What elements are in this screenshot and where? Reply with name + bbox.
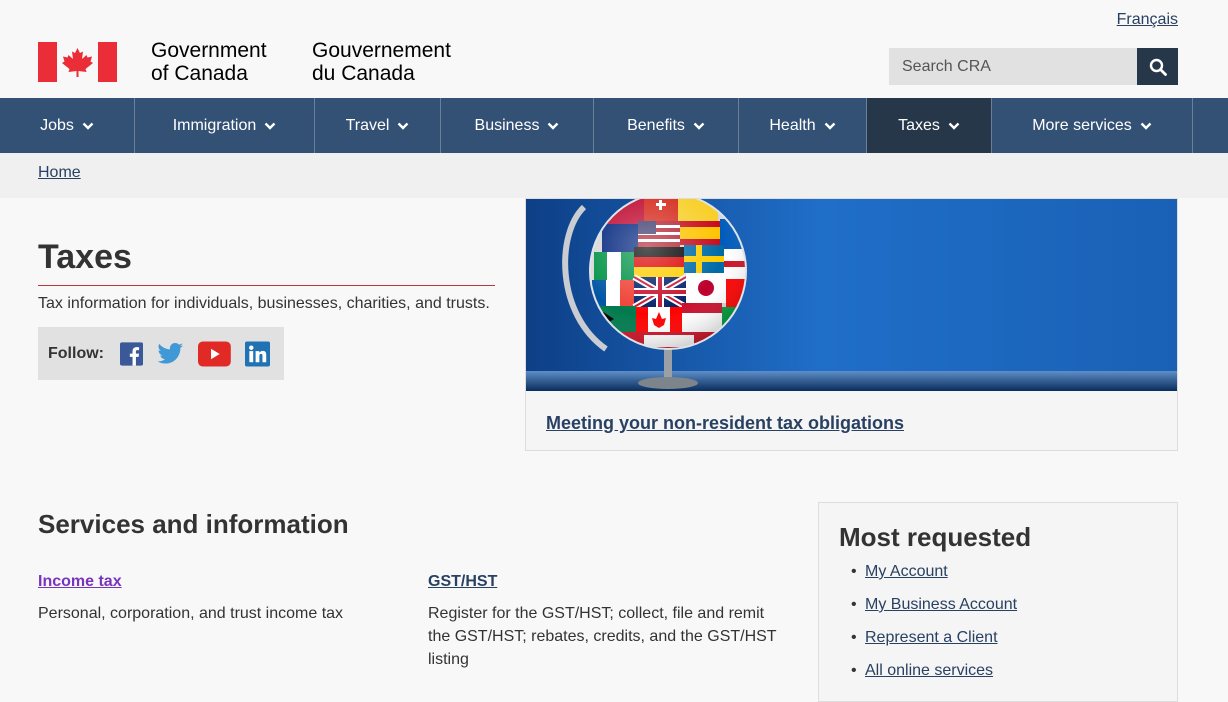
menu-item-label: Benefits: [627, 116, 685, 134]
menu-item-label: Immigration: [172, 116, 257, 134]
menu-item-label: Jobs: [40, 116, 74, 134]
chevron-down-icon: [264, 122, 276, 130]
all-online-services-link[interactable]: All online services: [865, 662, 993, 679]
search-input[interactable]: [889, 48, 1137, 85]
youtube-icon[interactable]: [198, 340, 231, 367]
signature-fr-line1: Gouvernement: [312, 39, 451, 62]
facebook-icon[interactable]: [119, 341, 144, 366]
chevron-down-icon: [548, 122, 559, 130]
service-link-income-tax[interactable]: Income tax: [38, 573, 122, 591]
list-item: My Business Account: [851, 596, 1017, 629]
chevron-down-icon: [1140, 122, 1152, 130]
menu-item-more-services[interactable]: More services: [992, 98, 1193, 153]
signature-french: Gouvernement du Canada: [312, 39, 451, 85]
menu-item-business[interactable]: Business: [441, 98, 594, 153]
feature-promo: Meeting your non-resident tax obligation…: [525, 198, 1178, 451]
my-account-link[interactable]: My Account: [865, 563, 948, 580]
menu-item-immigration[interactable]: Immigration: [135, 98, 315, 153]
title-underline: [38, 285, 495, 286]
feature-globe-image[interactable]: [526, 199, 1177, 391]
menu-item-label: More services: [1032, 116, 1132, 134]
search-icon: [1149, 58, 1167, 76]
services-heading: Services and information: [38, 509, 349, 539]
service-desc-income-tax: Personal, corporation, and trust income …: [38, 605, 344, 622]
signature-en-line2: of Canada: [151, 62, 248, 85]
menu-item-travel[interactable]: Travel: [315, 98, 441, 153]
list-item: Represent a Client: [851, 629, 1017, 662]
my-business-account-link[interactable]: My Business Account: [865, 596, 1017, 613]
list-item: All online services: [851, 662, 1017, 695]
page-title: Taxes: [38, 238, 132, 276]
breadcrumb: [0, 153, 1228, 198]
represent-a-client-link[interactable]: Represent a Client: [865, 629, 998, 646]
most-requested-heading: Most requested: [839, 522, 1032, 552]
most-requested-list: My Account My Business Account Represent…: [851, 563, 1017, 695]
chevron-down-icon: [693, 122, 705, 130]
language-toggle-link[interactable]: Français: [1117, 11, 1178, 29]
signature-fr-line2: du Canada: [312, 62, 415, 85]
feature-link[interactable]: Meeting your non-resident tax obligation…: [546, 413, 904, 434]
menu-item-benefits[interactable]: Benefits: [594, 98, 739, 153]
list-item: My Account: [851, 563, 1017, 596]
follow-label: Follow:: [48, 344, 104, 362]
menu-item-label: Taxes: [898, 116, 940, 134]
menu-item-taxes[interactable]: Taxes: [867, 98, 992, 153]
chevron-down-icon: [398, 122, 409, 130]
linkedin-icon[interactable]: [244, 340, 270, 367]
signature-english: Government of Canada: [151, 39, 267, 85]
menu-item-jobs[interactable]: Jobs: [0, 98, 135, 153]
menu-item-health[interactable]: Health: [739, 98, 867, 153]
signature-en-line1: Government: [151, 39, 267, 62]
service-link-gst-hst[interactable]: GST/HST: [428, 573, 497, 591]
social-follow-bar: Follow:: [38, 327, 284, 380]
search-button[interactable]: [1137, 48, 1178, 85]
breadcrumb-home-link[interactable]: Home: [38, 164, 81, 182]
most-requested-panel: Most requested My Account My Business Ac…: [818, 502, 1178, 702]
service-desc-gst-hst: Register for the GST/HST; collect, file …: [428, 605, 777, 668]
chevron-down-icon: [824, 122, 835, 130]
menu-item-label: Travel: [345, 116, 390, 134]
chevron-down-icon: [82, 122, 94, 130]
page-lead-text: Tax information for individuals, busines…: [38, 295, 490, 312]
menu-item-label: Health: [769, 116, 816, 134]
twitter-icon[interactable]: [157, 342, 184, 366]
menu-item-label: Business: [474, 116, 540, 134]
main-menu: Jobs Immigration Travel Business Benefit…: [0, 98, 1228, 153]
chevron-down-icon: [948, 122, 960, 130]
canada-flag-logo[interactable]: [38, 42, 117, 82]
